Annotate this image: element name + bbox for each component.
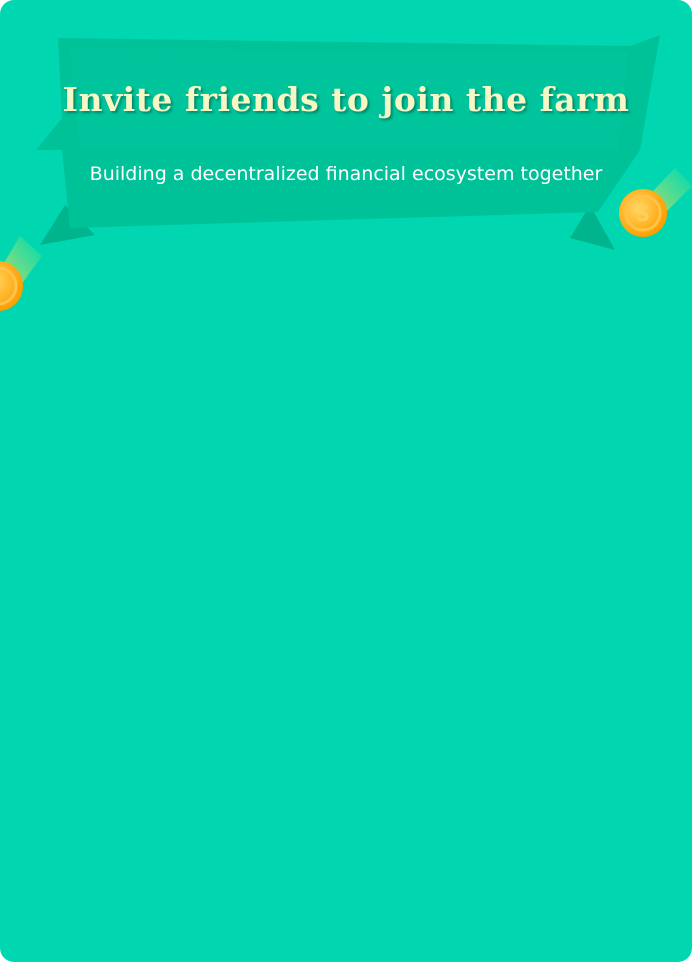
- gold-coin-icon: [0, 236, 42, 311]
- page-title: Invite friends to join the farm: [62, 80, 630, 119]
- gold-coin-icon: S: [619, 168, 692, 237]
- invite-card: Invite friends to join the farm Building…: [0, 0, 692, 962]
- ribbon-banner: [36, 35, 660, 250]
- page-subtitle: Building a decentralized financial ecosy…: [89, 163, 603, 185]
- svg-text:S: S: [636, 202, 650, 226]
